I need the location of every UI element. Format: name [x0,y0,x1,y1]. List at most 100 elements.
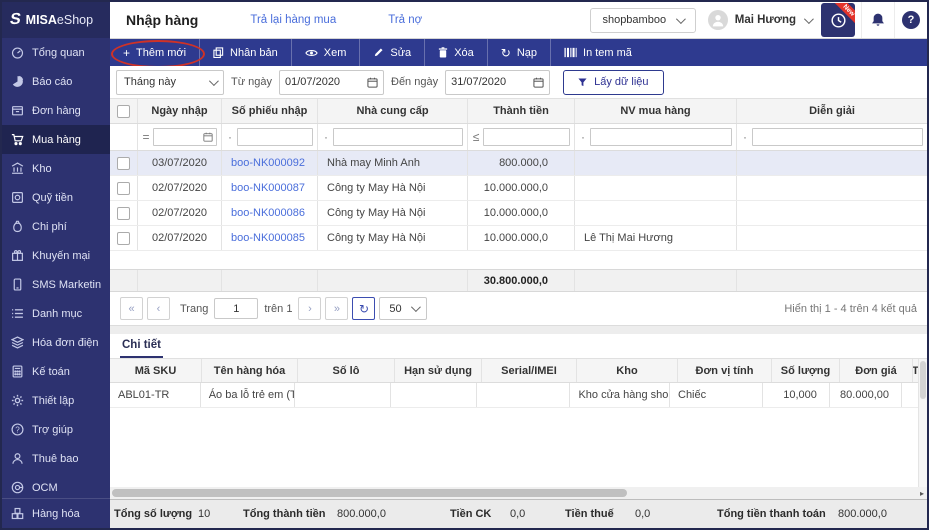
col-header-nv-mua-hang[interactable]: NV mua hàng [575,99,737,123]
page-size-select[interactable]: 50 [379,297,428,320]
period-select[interactable]: Tháng này [116,69,224,95]
filter-note-input[interactable] [752,128,923,146]
voucher-link[interactable]: boo-NK000092 [231,157,305,169]
brand-name-light: eShop [56,13,94,27]
sidebar-item-chi-phi[interactable]: Chi phí [2,212,110,241]
page-number-input[interactable] [214,298,259,319]
scrollbar-thumb[interactable] [112,489,627,497]
user-name[interactable]: Mai Hương [735,14,796,26]
tab-chi-tiet[interactable]: Chi tiết [120,339,163,358]
help-icon: ? [11,423,24,436]
sidebar-item-bao-cao[interactable]: Báo cáo [2,67,110,96]
header-right: shopbamboo Mai Hương New ? [589,2,927,38]
sidebar-item-thiet-lap[interactable]: Thiết lập [2,386,110,415]
sidebar-item-tro-giup[interactable]: ? Trợ giúp [2,415,110,444]
reload-button[interactable]: ↻ Nạp [488,39,552,66]
tab-tra-lai-hang-mua[interactable]: Trả lại hàng mua [250,14,336,26]
sidebar-item-hang-hoa[interactable]: Hàng hóa [2,498,110,528]
last-page-button[interactable]: » [325,297,349,320]
sidebar-item-danh-muc[interactable]: Danh mục [2,299,110,328]
col-header-don-gia[interactable]: Đơn giá [840,359,913,382]
filter-date-input[interactable] [153,128,217,146]
sidebar-item-khuyen-mai[interactable]: Khuyến mại [2,241,110,270]
col-header-thanh-tien[interactable]: Thành tiền [468,99,575,123]
shop-name: shopbamboo [602,14,667,26]
sidebar-item-ke-toan[interactable]: Kế toán [2,357,110,386]
barcode-icon [564,47,577,58]
sidebar-item-thue-bao[interactable]: Thuê bao [2,444,110,473]
col-header-ngay-nhap[interactable]: Ngày nhập [138,99,222,123]
col-header-so-lo[interactable]: Số lô [298,359,395,382]
from-date-input[interactable]: 01/07/2020 [279,69,384,95]
money-bag-icon [11,220,24,233]
detail-grid: Mã SKU Tên hàng hóa Số lô Hạn sử dụng Se… [110,359,918,408]
row-checkbox[interactable] [117,181,130,195]
detail-row[interactable]: ABL01-TR Áo ba lỗ trẻ em (Trả... Kho cửa… [110,383,918,408]
first-page-button[interactable]: « [120,297,143,320]
table-row[interactable]: 03/07/2020 boo-NK000092 Nhà may Minh Anh… [110,151,927,176]
cell-amount: 800.000,0 [468,151,575,175]
help-button[interactable]: ? [894,2,927,38]
avatar[interactable] [707,10,728,30]
horizontal-scrollbar[interactable]: ▸ [110,487,927,499]
scrollbar-thumb[interactable] [920,361,926,399]
filter-code-input[interactable] [237,128,313,146]
col-header-ma-sku[interactable]: Mã SKU [110,359,202,382]
table-row[interactable]: 02/07/2020 boo-NK000086 Công ty May Hà N… [110,201,927,226]
sidebar-item-hoa-don-dien-tu[interactable]: Hóa đơn điện tử [2,328,110,357]
sidebar-item-mua-hang[interactable]: Mua hàng [2,125,110,154]
view-button[interactable]: Xem [292,39,361,66]
col-header-serial-imei[interactable]: Serial/IMEI [482,359,577,382]
col-header-nha-cung-cap[interactable]: Nhà cung cấp [318,99,468,123]
sidebar-item-kho[interactable]: Kho [2,154,110,183]
sidebar-item-tong-quan[interactable]: Tổng quan [2,38,110,67]
select-all-checkbox[interactable] [117,104,130,118]
col-header-dien-giai[interactable]: Diễn giải [737,99,927,123]
col-header-don-vi-tinh[interactable]: Đơn vị tính [678,359,772,382]
edit-button[interactable]: Sửa [360,39,426,66]
col-header-so-luong[interactable]: Số lượng [772,359,840,382]
sidebar-item-don-hang[interactable]: Đơn hàng [2,96,110,125]
voucher-link[interactable]: boo-NK000086 [231,207,305,219]
next-page-button[interactable]: › [298,297,322,320]
table-row[interactable]: 02/07/2020 boo-NK000087 Công ty May Hà N… [110,176,927,201]
refresh-grid-button[interactable]: ↻ [352,297,376,320]
filter-buyer-input[interactable] [590,128,732,146]
svg-text:?: ? [15,425,20,434]
table-row[interactable]: 02/07/2020 boo-NK000085 Công ty May Hà N… [110,226,927,251]
col-header-ten-hang-hoa[interactable]: Tên hàng hóa [202,359,298,382]
voucher-link[interactable]: boo-NK000087 [231,182,305,194]
duplicate-button[interactable]: Nhân bản [200,39,292,66]
to-date-input[interactable]: 31/07/2020 [445,69,551,95]
add-new-button[interactable]: + Thêm mới [110,39,205,68]
filter-supplier-input[interactable] [333,128,463,146]
question-icon: ? [902,11,920,29]
col-header-han-su-dung[interactable]: Hạn sử dụng [395,359,482,382]
row-checkbox[interactable] [117,156,130,170]
orders-icon [11,104,24,117]
cell-lot [295,383,391,407]
col-header-so-phieu-nhap[interactable]: Số phiếu nhập [222,99,318,123]
support-button[interactable]: New [821,3,855,37]
discount-label: Tiền CK [450,508,492,520]
load-data-button[interactable]: Lấy dữ liệu [563,69,664,95]
vertical-scrollbar[interactable] [918,359,927,487]
voucher-link[interactable]: boo-NK000085 [231,232,305,244]
row-checkbox[interactable] [117,206,130,220]
filter-amount-input[interactable] [483,128,570,146]
plus-icon: + [123,45,131,60]
tab-tra-no[interactable]: Trả nợ [388,14,422,26]
chevron-down-icon[interactable] [803,13,814,24]
sidebar-item-sms-marketing[interactable]: SMS Marketing [2,270,110,299]
row-checkbox[interactable] [117,231,130,245]
notifications-button[interactable] [861,2,894,38]
col-header-kho[interactable]: Kho [577,359,678,382]
delete-button[interactable]: Xóa [425,39,488,66]
sidebar-item-quy-tien[interactable]: Quỹ tiền [2,183,110,212]
misa-logo-icon: S [8,11,23,28]
scroll-right-arrow[interactable]: ▸ [917,487,927,499]
cell-sku: ABL01-TR [110,383,201,407]
print-barcode-button[interactable]: In tem mã [551,39,645,66]
prev-page-button[interactable]: ‹ [147,297,170,320]
shop-selector[interactable]: shopbamboo [589,7,696,33]
